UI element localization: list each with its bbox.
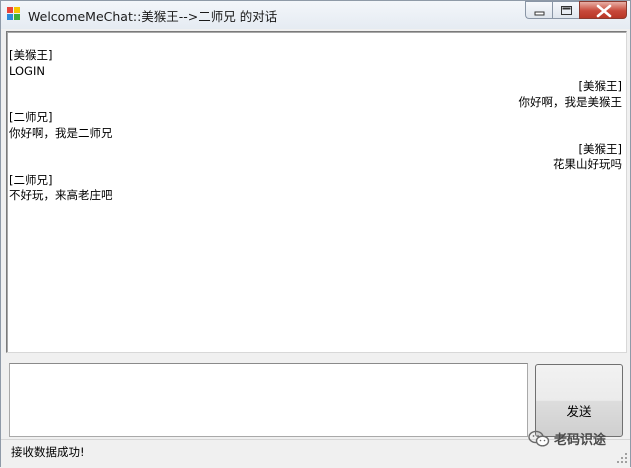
resize-grip-icon[interactable]	[616, 452, 628, 464]
minimize-icon	[534, 11, 545, 16]
minimize-button[interactable]	[525, 1, 552, 19]
maximize-button[interactable]	[552, 1, 579, 19]
title-bar[interactable]: WelcomeMeChat::美猴王-->二师兄 的对话	[1, 1, 630, 29]
wechat-icon	[528, 430, 550, 447]
chat-message: [美猴王] LOGIN	[9, 48, 622, 79]
chat-message: [二师兄] 不好玩，来高老庄吧	[9, 173, 622, 204]
message-text: 不好玩，来高老庄吧	[9, 188, 113, 203]
message-input[interactable]	[9, 363, 528, 437]
message-sender: [美猴王]	[578, 79, 622, 94]
message-sender: [二师兄]	[9, 172, 53, 187]
maximize-icon	[561, 6, 572, 15]
message-sender: [美猴王]	[578, 141, 622, 156]
chat-history[interactable]: [美猴王] LOGIN [美猴王] 你好啊，我是美猴王 [二师兄] 你好啊，我是二师兄 [美…	[6, 31, 627, 353]
message-list: [美猴王] LOGIN [美猴王] 你好啊，我是美猴王 [二师兄] 你好啊，我是二师兄 [美…	[9, 48, 622, 204]
message-text: 你好啊，我是二师兄	[9, 125, 113, 140]
message-sender: [美猴王]	[9, 48, 53, 62]
watermark: 老码识途	[528, 429, 606, 448]
watermark-text: 老码识途	[554, 433, 607, 448]
send-button[interactable]: 发送	[535, 364, 623, 437]
status-text: 接收数据成功!	[11, 445, 85, 459]
chat-message: [美猴王] 你好啊，我是美猴王	[9, 79, 623, 110]
chat-message: [美猴王] 花果山好玩吗	[9, 142, 622, 173]
message-text: LOGIN	[9, 63, 45, 78]
message-sender: [二师兄]	[9, 110, 53, 125]
message-text: 花果山好玩吗	[553, 157, 622, 172]
close-button[interactable]	[579, 1, 627, 19]
close-icon	[596, 4, 612, 18]
app-icon	[7, 7, 20, 20]
message-text: 你好啊，我是美猴王	[518, 94, 623, 109]
chat-window: WelcomeMeChat::美猴王-->二师兄 的对话 [美猴王] LOGIN[…	[0, 0, 631, 468]
chat-message: [二师兄] 你好啊，我是二师兄	[9, 110, 622, 141]
window-title: WelcomeMeChat::美猴王-->二师兄 的对话	[28, 9, 278, 24]
